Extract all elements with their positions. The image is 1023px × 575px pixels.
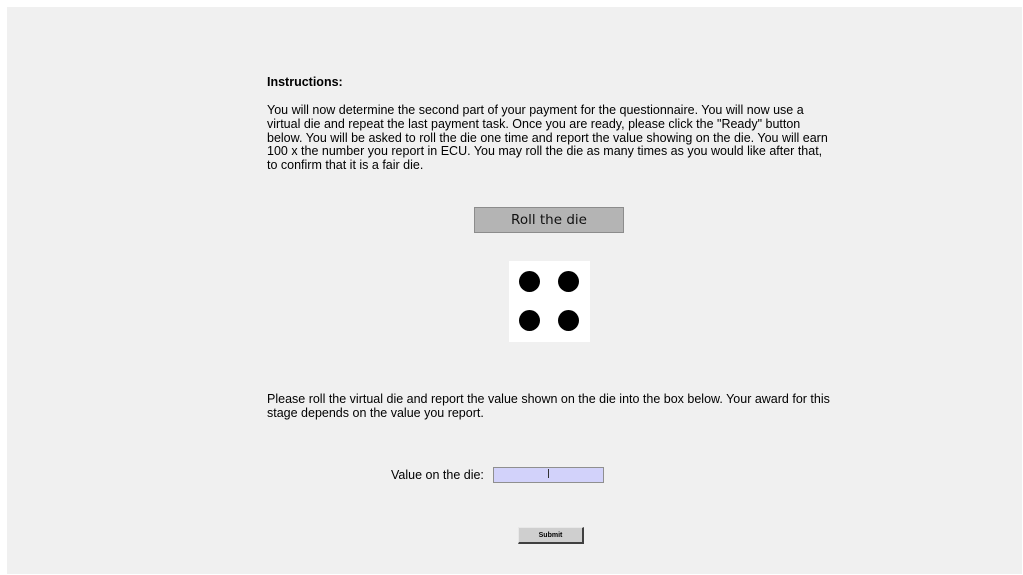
die-value-label: Value on the die: <box>391 468 484 482</box>
die-pip <box>519 271 540 292</box>
submit-button[interactable]: Submit <box>518 527 584 544</box>
text-cursor <box>548 469 549 478</box>
die-pip <box>558 310 579 331</box>
roll-die-button[interactable]: Roll the die <box>474 207 624 233</box>
instructions-text: You will now determine the second part o… <box>267 103 828 173</box>
instructions-heading: Instructions: <box>267 75 343 89</box>
die-face <box>509 261 590 342</box>
report-instructions-text: Please roll the virtual die and report t… <box>267 392 830 420</box>
die-pip <box>558 271 579 292</box>
die-pip <box>519 310 540 331</box>
